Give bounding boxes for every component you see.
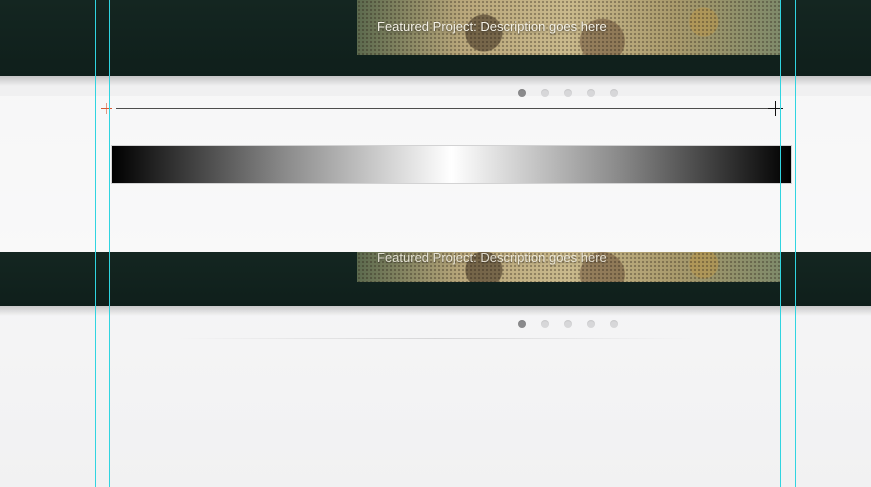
slider-dot-5[interactable] (610, 320, 618, 328)
slider-dot-4[interactable] (587, 89, 595, 97)
slider-dot-4[interactable] (587, 320, 595, 328)
separator-line (175, 338, 695, 339)
slider-dot-5[interactable] (610, 89, 618, 97)
vertical-guide[interactable] (780, 0, 781, 487)
slider-dot-3[interactable] (564, 320, 572, 328)
slider-dot-1[interactable] (518, 320, 526, 328)
slider-dot-3[interactable] (564, 89, 572, 97)
vertical-guide[interactable] (795, 0, 796, 487)
featured-caption-mid: Featured Project: Description goes here (377, 252, 607, 265)
vertical-guide[interactable] (109, 0, 110, 487)
featured-caption-top: Featured Project: Description goes here (377, 19, 607, 34)
featured-image-top[interactable]: Featured Project: Description goes here (357, 0, 780, 55)
slider-dot-2[interactable] (541, 89, 549, 97)
slider-dot-2[interactable] (541, 320, 549, 328)
slider-dots-top (518, 89, 618, 97)
vertical-guide[interactable] (95, 0, 96, 487)
slider-dot-1[interactable] (518, 89, 526, 97)
band-shadow-top (0, 76, 871, 86)
gradient-bar[interactable] (112, 146, 791, 183)
slider-dots-mid (518, 320, 618, 328)
featured-image-mid[interactable]: Featured Project: Description goes here (357, 252, 780, 282)
band-shadow-mid (0, 306, 871, 316)
drawn-line[interactable] (116, 108, 778, 109)
line-start-marker (101, 103, 112, 114)
